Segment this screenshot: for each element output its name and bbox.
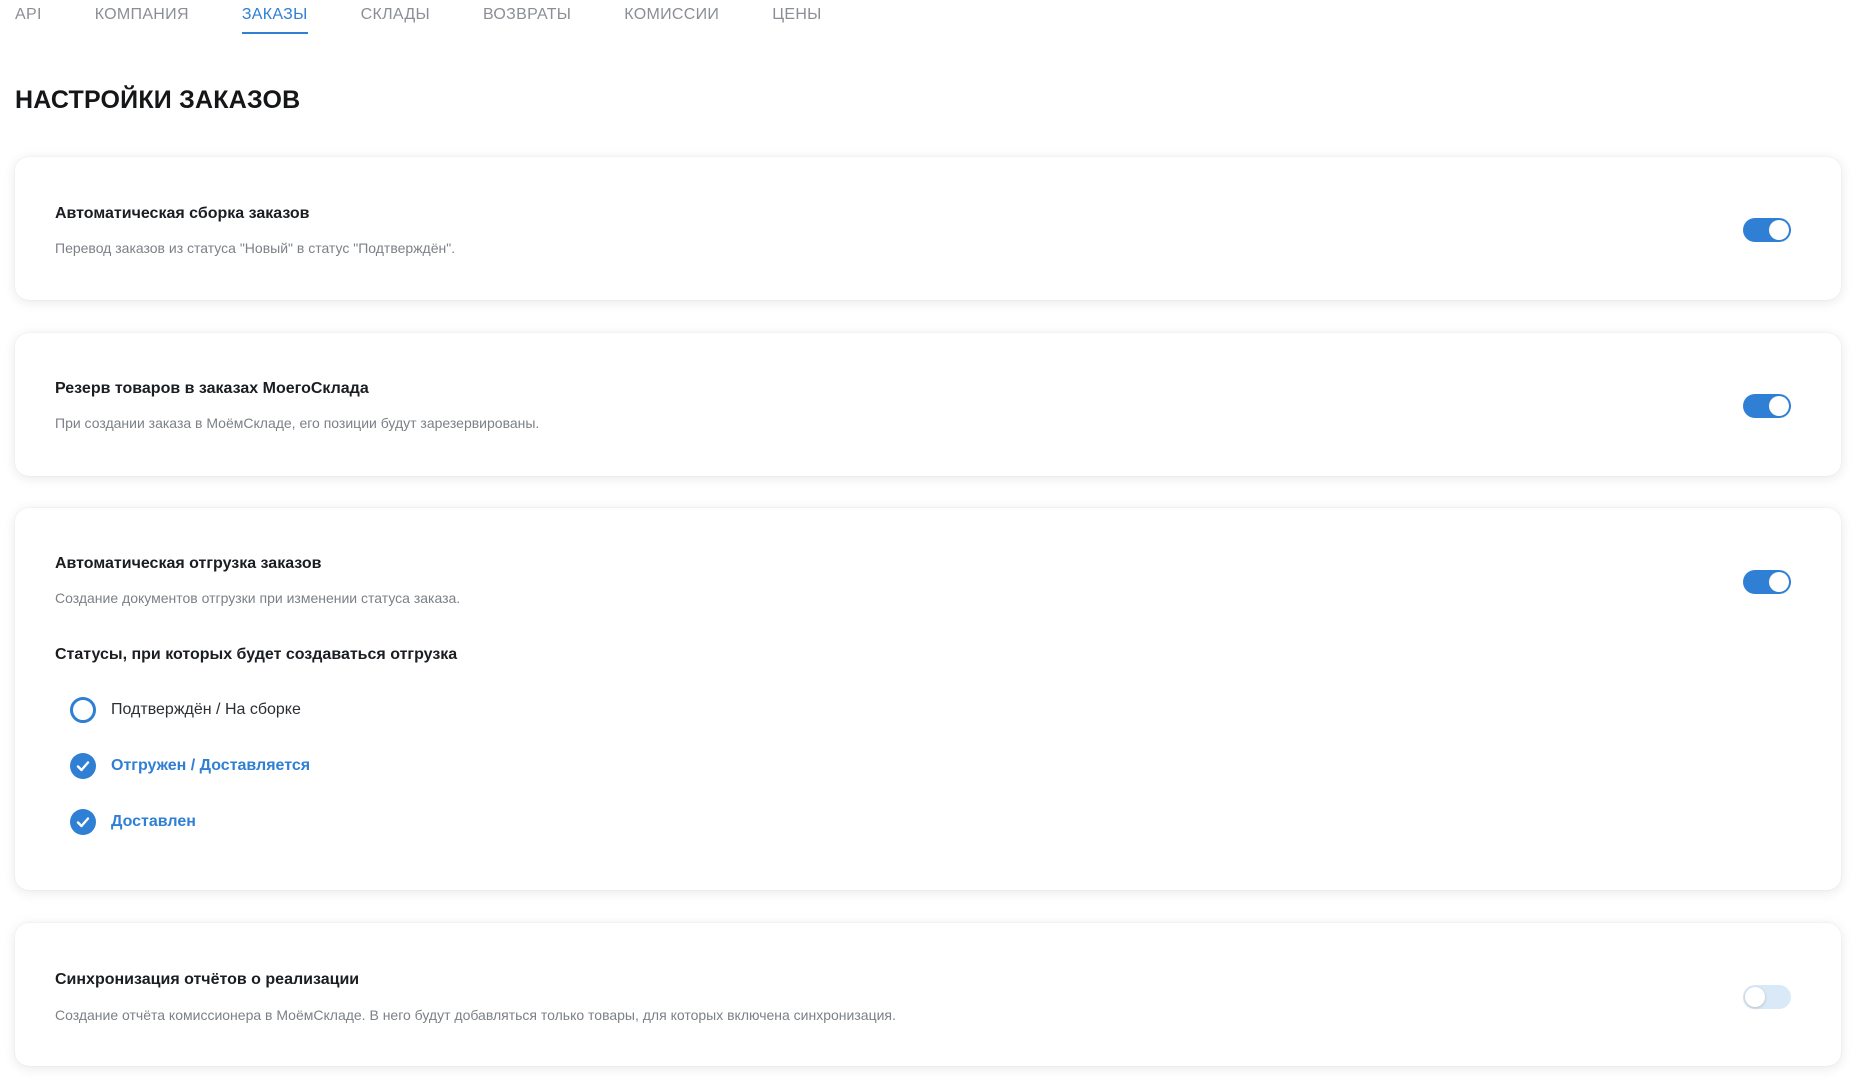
sales-report-sync-toggle[interactable]	[1743, 985, 1791, 1009]
tab-orders[interactable]: ЗАКАЗЫ	[241, 4, 308, 34]
setting-card-auto-shipment: Автоматическая отгрузка заказов Создание…	[15, 508, 1841, 890]
setting-title: Синхронизация отчётов о реализации	[55, 971, 360, 988]
tab-returns[interactable]: ВОЗВРАТЫ	[483, 4, 571, 32]
statuses-title: Статусы, при которых будет создаваться о…	[55, 646, 458, 663]
tab-warehouses[interactable]: СКЛАДЫ	[361, 4, 430, 32]
setting-card-reserve: Резерв товаров в заказах МоегоСклада При…	[15, 333, 1841, 476]
checkmark-icon	[70, 809, 96, 835]
status-label: Доставлен	[111, 813, 196, 830]
auto-assembly-toggle[interactable]	[1743, 218, 1791, 242]
toggle-knob	[1745, 987, 1765, 1007]
settings-tabs: API КОМПАНИЯ ЗАКАЗЫ СКЛАДЫ ВОЗВРАТЫ КОМИ…	[15, 4, 875, 34]
toggle-knob	[1769, 396, 1789, 416]
status-option-delivered[interactable]: Доставлен	[70, 809, 196, 835]
setting-title: Автоматическая отгрузка заказов	[55, 555, 322, 572]
toggle-knob	[1769, 220, 1789, 240]
tab-api[interactable]: API	[15, 4, 42, 32]
radio-empty-icon	[70, 697, 96, 723]
status-option-confirmed[interactable]: Подтверждён / На сборке	[70, 697, 301, 723]
status-label: Отгружен / Доставляется	[111, 757, 311, 774]
setting-card-auto-assembly: Автоматическая сборка заказов Перевод за…	[15, 157, 1841, 300]
setting-title: Автоматическая сборка заказов	[55, 205, 310, 222]
setting-description: Перевод заказов из статуса "Новый" в ста…	[55, 240, 456, 256]
page-title: НАСТРОЙКИ ЗАКАЗОВ	[15, 86, 301, 114]
tab-prices[interactable]: ЦЕНЫ	[772, 4, 821, 32]
setting-card-sales-report-sync: Синхронизация отчётов о реализации Созда…	[15, 923, 1841, 1066]
status-option-shipped[interactable]: Отгружен / Доставляется	[70, 753, 310, 779]
toggle-knob	[1769, 572, 1789, 592]
tab-commissions[interactable]: КОМИССИИ	[624, 4, 719, 32]
tab-company[interactable]: КОМПАНИЯ	[95, 4, 189, 32]
status-label: Подтверждён / На сборке	[111, 701, 301, 718]
setting-title: Резерв товаров в заказах МоегоСклада	[55, 380, 369, 397]
setting-description: При создании заказа в МоёмСкладе, его по…	[55, 415, 540, 431]
setting-description: Создание отчёта комиссионера в МоёмСклад…	[55, 1007, 896, 1023]
reserve-toggle[interactable]	[1743, 394, 1791, 418]
checkmark-icon	[70, 753, 96, 779]
auto-shipment-toggle[interactable]	[1743, 570, 1791, 594]
setting-description: Создание документов отгрузки при изменен…	[55, 590, 461, 606]
